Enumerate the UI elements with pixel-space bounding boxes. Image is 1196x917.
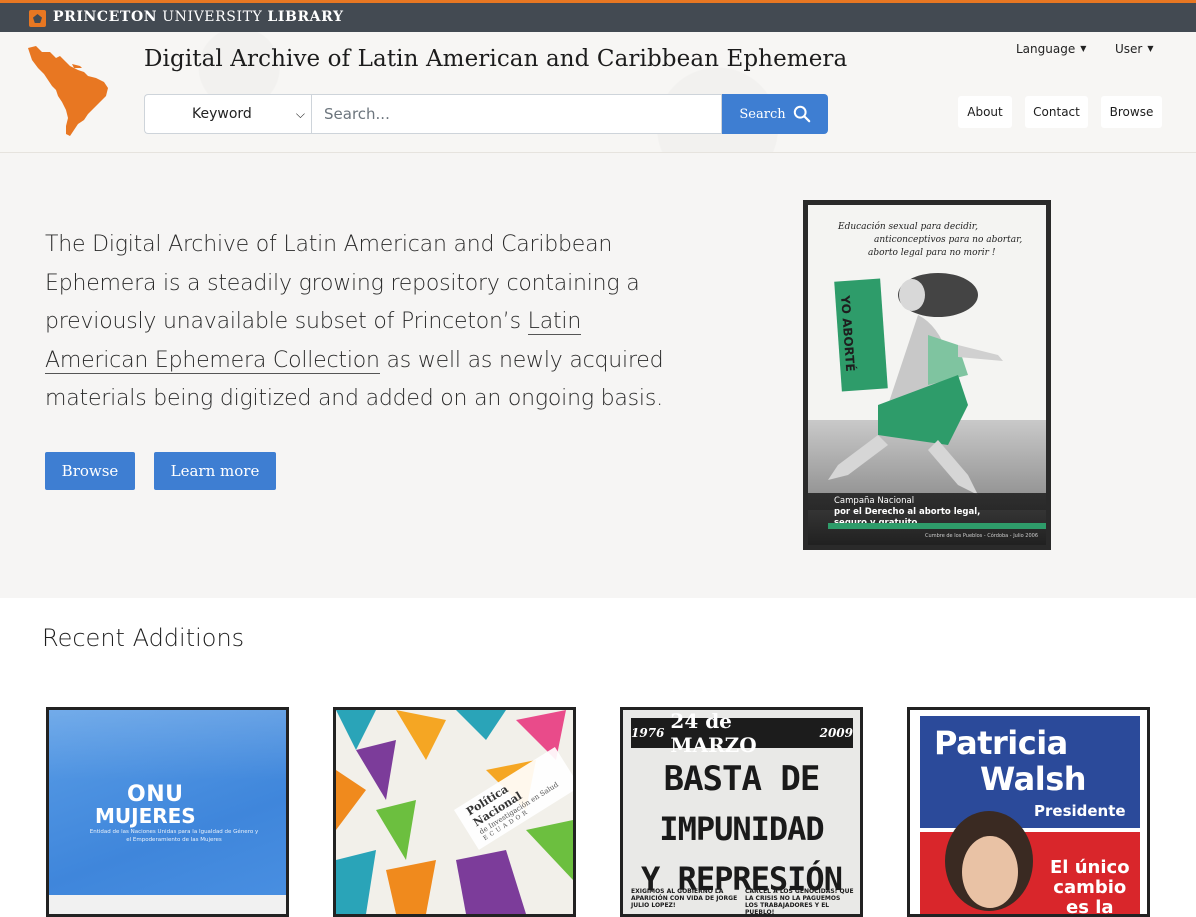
nav-browse[interactable]: Browse bbox=[1101, 96, 1162, 128]
recent-item-card[interactable]: ONU MUJERES Entidad de las Naciones Unid… bbox=[46, 707, 289, 917]
poster-image: Educación sexual para decidir, anticonce… bbox=[808, 205, 1046, 545]
caret-down-icon: ▼ bbox=[1147, 44, 1154, 53]
latin-america-map-icon[interactable] bbox=[26, 44, 112, 136]
search-button-label: Search bbox=[739, 106, 786, 122]
user-dropdown[interactable]: User ▼ bbox=[1115, 42, 1154, 56]
featured-poster[interactable]: Educación sexual para decidir, anticonce… bbox=[803, 200, 1051, 550]
princeton-shield-icon[interactable] bbox=[29, 10, 46, 27]
candidate-portrait bbox=[945, 811, 1033, 911]
hero-description: The Digital Archive of Latin American an… bbox=[45, 232, 664, 411]
search-input[interactable] bbox=[311, 94, 722, 134]
recent-item-image: ONU MUJERES Entidad de las Naciones Unid… bbox=[49, 710, 286, 914]
site-title[interactable]: Digital Archive of Latin American and Ca… bbox=[144, 46, 847, 72]
search-bar: Keyword ⌵ Search bbox=[144, 94, 828, 134]
nav-contact[interactable]: Contact bbox=[1025, 96, 1088, 128]
university-library-brand[interactable]: PRINCETON UNIVERSITY LIBRARY bbox=[53, 9, 344, 25]
chevron-down-icon: ⌵ bbox=[295, 107, 305, 121]
recent-item-card[interactable]: Patricia Walsh Presidente El único cambi… bbox=[907, 707, 1150, 917]
search-field-value: Keyword bbox=[192, 106, 252, 122]
hero-section: The Digital Archive of Latin American an… bbox=[0, 153, 1196, 598]
hero-browse-button[interactable]: Browse bbox=[45, 452, 135, 490]
recent-item-card[interactable]: 1976 24 de MARZO 2009 BASTA DE IMPUNIDAD… bbox=[620, 707, 863, 917]
recent-item-image: 1976 24 de MARZO 2009 BASTA DE IMPUNIDAD… bbox=[623, 710, 860, 914]
recent-item-image: Patricia Walsh Presidente El único cambi… bbox=[910, 710, 1147, 914]
language-dropdown[interactable]: Language ▼ bbox=[1016, 42, 1086, 56]
nav-about[interactable]: About bbox=[958, 96, 1012, 128]
site-header: Digital Archive of Latin American and Ca… bbox=[0, 32, 1196, 153]
recent-item-card[interactable]: Política Nacional de Investigación en Sa… bbox=[333, 707, 576, 917]
caret-down-icon: ▼ bbox=[1080, 44, 1087, 53]
learn-more-button[interactable]: Learn more bbox=[154, 452, 276, 490]
search-button[interactable]: Search bbox=[722, 94, 828, 134]
university-bar: PRINCETON UNIVERSITY LIBRARY bbox=[0, 0, 1196, 32]
recent-item-image: Política Nacional de Investigación en Sa… bbox=[336, 710, 573, 914]
search-field-select[interactable]: Keyword ⌵ bbox=[144, 94, 311, 134]
recent-additions-heading: Recent Additions bbox=[42, 624, 245, 652]
search-icon bbox=[793, 105, 810, 123]
